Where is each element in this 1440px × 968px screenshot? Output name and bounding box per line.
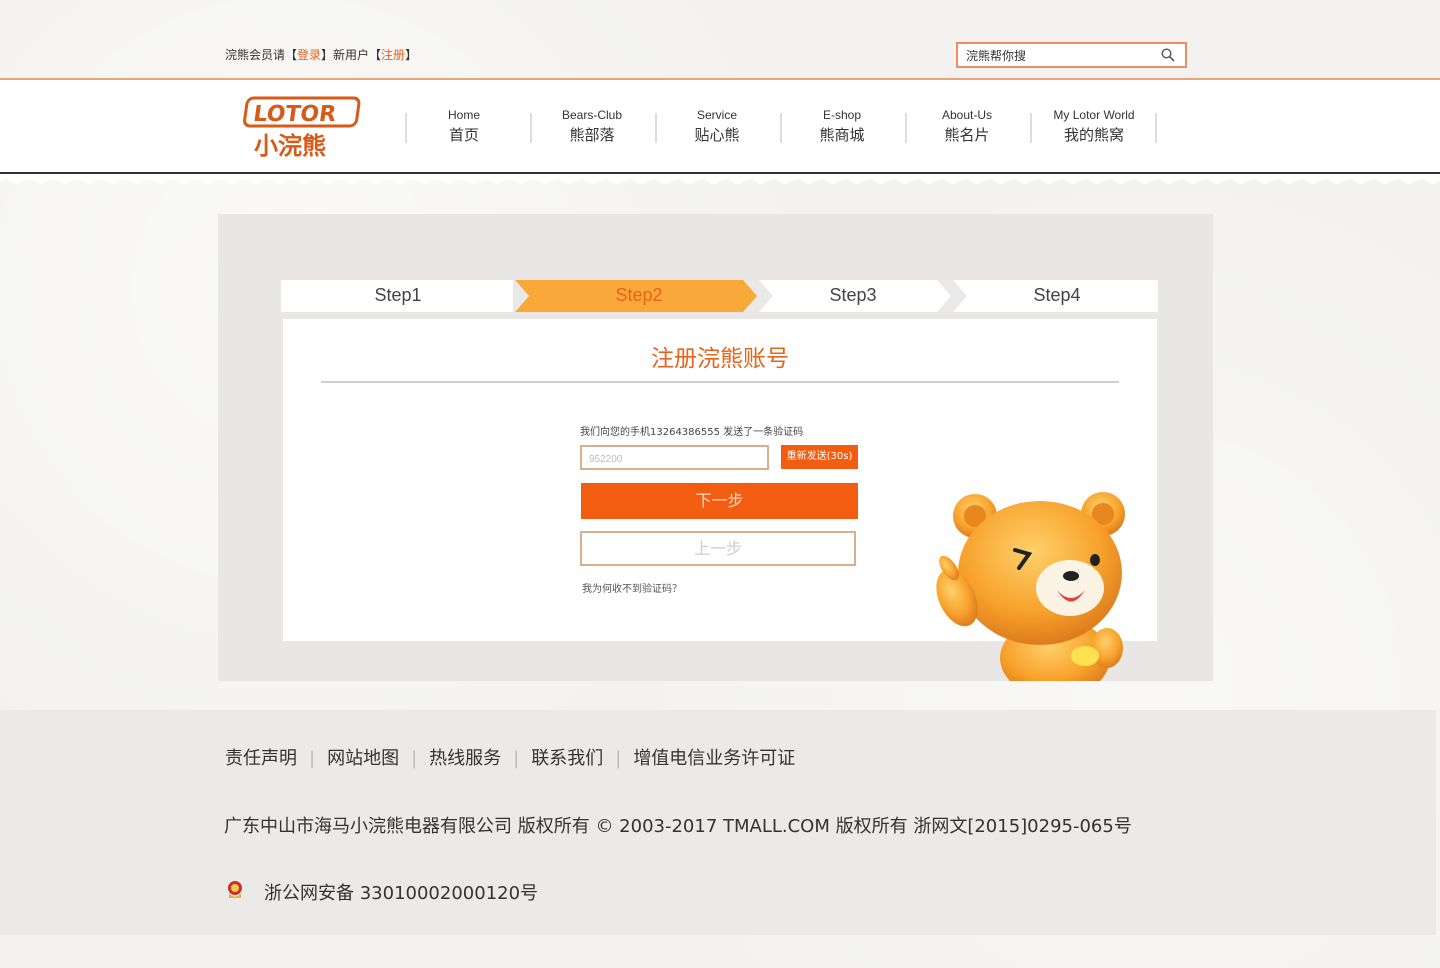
- previous-step-button[interactable]: 上一步: [580, 531, 856, 566]
- bear-mascot: [936, 492, 1125, 681]
- nav-eshop[interactable]: E-shop 熊商城: [780, 108, 904, 145]
- step-progress: Step1 Step2 Step3 Step4: [281, 280, 1158, 312]
- top-bar: 浣熊会员请【登录】新用户【注册】: [0, 0, 1440, 78]
- nav-home-en: Home: [447, 108, 480, 122]
- nav-service-en: Service: [696, 108, 737, 122]
- step-4: Step4: [1033, 285, 1081, 305]
- step-1: Step1: [374, 285, 422, 305]
- nav-my-lotor-world[interactable]: My Lotor World 我的熊窝: [1032, 108, 1156, 145]
- logo-cn: 小浣熊: [254, 132, 326, 160]
- footer-link-license[interactable]: 增值电信业务许可证: [633, 748, 795, 769]
- nav-service-cn: 贴心熊: [694, 126, 740, 144]
- step-2-active: Step2: [615, 285, 663, 305]
- member-links: 浣熊会员请【登录】新用户【注册】: [225, 46, 417, 63]
- logo-en: LOTOR: [252, 101, 338, 127]
- next-step-button[interactable]: 下一步: [581, 483, 858, 519]
- footer: 责任声明 | 网站地图 | 热线服务 | 联系我们 | 增值电信业务许可证 广东中山市海马小浣熊…: [0, 710, 1436, 935]
- nav-home[interactable]: Home 首页: [402, 108, 526, 145]
- nav-about-us-en: About-Us: [941, 108, 993, 122]
- scalloped-edge: [0, 174, 1440, 188]
- register-link[interactable]: 注册: [381, 48, 405, 62]
- form-title: 注册浣熊账号: [651, 346, 789, 372]
- nav-eshop-en: E-shop: [822, 108, 862, 122]
- footer-link-hotline[interactable]: 热线服务: [429, 748, 501, 769]
- nav-about-us[interactable]: About-Us 熊名片: [905, 108, 1029, 145]
- footer-links: 责任声明 | 网站地图 | 热线服务 | 联系我们 | 增值电信业务许可证: [225, 744, 795, 770]
- nav-eshop-cn: 熊商城: [819, 126, 865, 144]
- member-middle: 】新用户【: [321, 48, 382, 62]
- nav-home-cn: 首页: [448, 126, 479, 144]
- resend-code-button[interactable]: 重新发送(30s): [781, 445, 858, 469]
- footer-separator: |: [615, 748, 622, 769]
- nav-divider: [1155, 113, 1157, 143]
- nav-bears-club-cn: 熊部落: [569, 126, 615, 144]
- member-suffix: 】: [405, 48, 418, 62]
- login-link[interactable]: 登录: [297, 48, 321, 62]
- footer-link-disclaimer[interactable]: 责任声明: [225, 748, 297, 769]
- code-field: [580, 445, 769, 470]
- member-prefix: 浣熊会员请【: [225, 48, 298, 62]
- sms-sent-message: 我们向您的手机13264386555 发送了一条验证码: [580, 427, 804, 438]
- lotor-logo[interactable]: LOTOR 小浣熊: [240, 96, 362, 160]
- step-3: Step3: [829, 285, 877, 305]
- search-input[interactable]: [958, 44, 1156, 66]
- nav-about-us-cn: 熊名片: [944, 126, 990, 144]
- title-underline: [321, 381, 1119, 383]
- beian-text: 浙公网安备 33010002000120号: [264, 883, 539, 904]
- search-box: [956, 42, 1187, 68]
- copyright-text: 广东中山市海马小浣熊电器有限公司 版权所有 © 2003-2017 TMALL.…: [224, 816, 1132, 837]
- footer-separator: |: [411, 748, 418, 769]
- nav-bears-club[interactable]: Bears-Club 熊部落: [530, 108, 654, 145]
- nav-my-lotor-world-en: My Lotor World: [1053, 108, 1135, 122]
- footer-link-contact[interactable]: 联系我们: [531, 748, 603, 769]
- nav-service[interactable]: Service 贴心熊: [655, 108, 779, 145]
- footer-link-sitemap[interactable]: 网站地图: [327, 748, 399, 769]
- verification-code-input[interactable]: [582, 449, 764, 470]
- nav-bears-club-en: Bears-Club: [561, 108, 623, 122]
- search-icon[interactable]: [1161, 48, 1175, 62]
- footer-separator: |: [309, 748, 316, 769]
- police-badge-icon: [228, 881, 242, 898]
- nav-my-lotor-world-cn: 我的熊窝: [1063, 126, 1124, 144]
- main-nav: LOTOR 小浣熊 Home 首页 Bears-Club 熊部落 Service…: [0, 80, 1440, 172]
- footer-separator: |: [513, 748, 520, 769]
- no-code-help-link[interactable]: 我为何收不到验证码？: [582, 580, 682, 595]
